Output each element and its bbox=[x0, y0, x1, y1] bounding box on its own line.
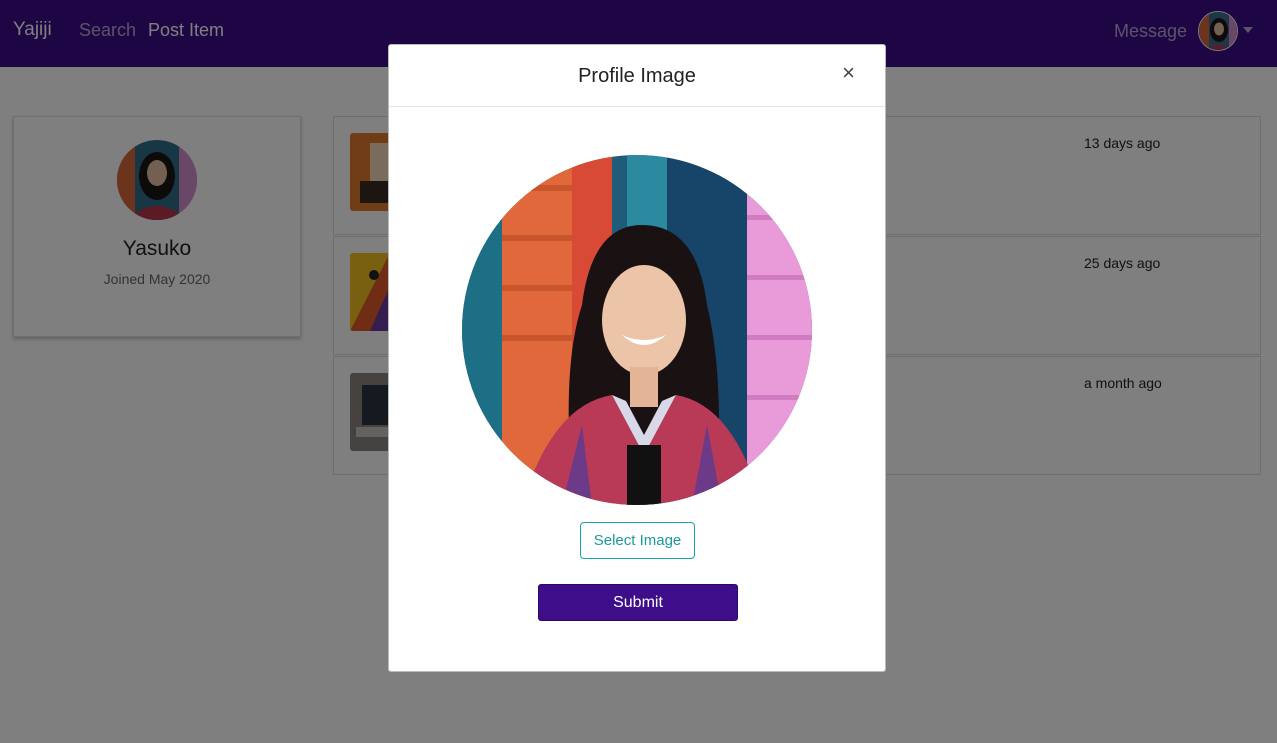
modal-header: Profile Image × bbox=[389, 45, 885, 107]
select-image-button[interactable]: Select Image bbox=[580, 522, 695, 559]
profile-image-preview bbox=[462, 155, 812, 505]
modal-title: Profile Image bbox=[578, 65, 696, 87]
submit-button[interactable]: Submit bbox=[538, 584, 738, 621]
profile-image-modal: Profile Image × Select Image Submit bbox=[388, 44, 886, 672]
close-icon[interactable]: × bbox=[842, 62, 855, 84]
